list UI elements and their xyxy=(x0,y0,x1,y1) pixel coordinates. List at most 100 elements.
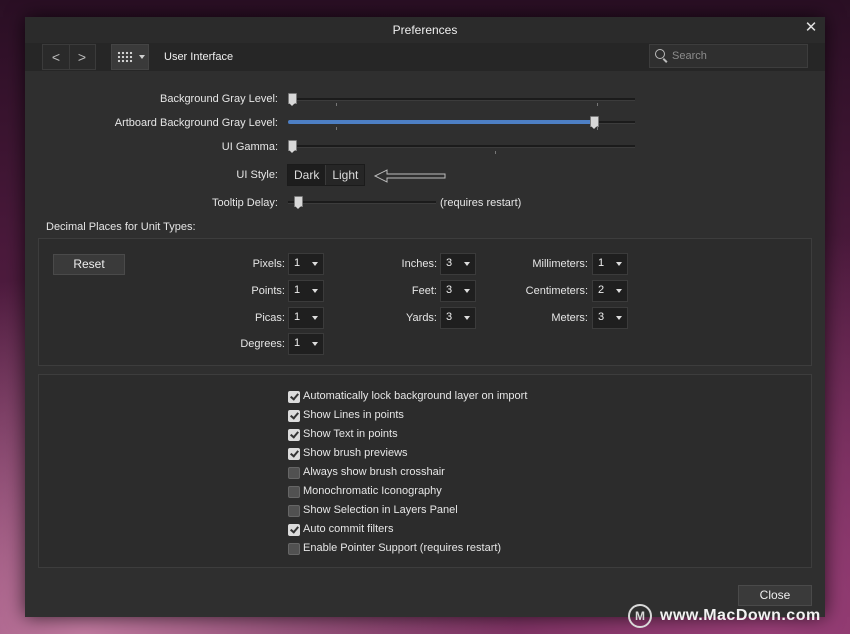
decimal-heading: Decimal Places for Unit Types: xyxy=(46,221,196,233)
checkbox[interactable] xyxy=(288,429,300,441)
tooltip-delay-label: Tooltip Delay: xyxy=(211,197,278,209)
bg-gray-slider[interactable] xyxy=(288,93,635,106)
checkbox[interactable] xyxy=(288,543,300,555)
title-bar: Preferences ✕ xyxy=(25,17,825,43)
chevron-down-icon xyxy=(616,289,622,293)
slider-thumb[interactable] xyxy=(590,116,599,129)
chevron-down-icon xyxy=(464,262,470,266)
inches-value: 3 xyxy=(446,257,453,269)
watermark: M www.MacDown.com xyxy=(628,604,842,628)
degrees-dropdown[interactable]: 1 xyxy=(288,333,324,355)
forward-icon[interactable]: > xyxy=(69,45,95,69)
checkbox[interactable] xyxy=(288,391,300,403)
tooltip-restart-note: (requires restart) xyxy=(440,197,522,209)
artboard-gray-slider[interactable] xyxy=(288,116,635,129)
slider-tick xyxy=(597,103,598,106)
checkbox[interactable] xyxy=(288,505,300,517)
yards-dropdown[interactable]: 3 xyxy=(440,307,476,329)
option-label: Show brush previews xyxy=(303,447,408,459)
window-title: Preferences xyxy=(392,23,458,37)
option-label: Auto commit filters xyxy=(303,523,394,535)
points-value: 1 xyxy=(294,284,301,296)
picas-label: Picas: xyxy=(255,312,285,324)
slider-thumb[interactable] xyxy=(294,196,303,209)
chevron-down-icon xyxy=(464,289,470,293)
chevron-down-icon xyxy=(464,316,470,320)
grid-icon xyxy=(117,51,133,63)
option-label: Enable Pointer Support (requires restart… xyxy=(303,542,502,554)
checkbox[interactable] xyxy=(288,410,300,422)
feet-dropdown[interactable]: 3 xyxy=(440,280,476,302)
millimeters-dropdown[interactable]: 1 xyxy=(592,253,628,275)
slider-thumb[interactable] xyxy=(288,140,297,153)
ui-gamma-label: UI Gamma: xyxy=(221,141,278,153)
centimeters-label: Centimeters: xyxy=(525,285,588,297)
yards-label: Yards: xyxy=(406,312,437,324)
inches-dropdown[interactable]: 3 xyxy=(440,253,476,275)
ui-style-label: UI Style: xyxy=(236,169,278,181)
artboard-gray-label: Artboard Background Gray Level: xyxy=(114,117,278,129)
chevron-down-icon xyxy=(616,262,622,266)
close-button[interactable]: Close xyxy=(738,585,812,606)
option-label: Show Text in points xyxy=(303,428,398,440)
millimeters-label: Millimeters: xyxy=(532,258,588,270)
picas-value: 1 xyxy=(294,311,301,323)
meters-dropdown[interactable]: 3 xyxy=(592,307,628,329)
style-light-option[interactable]: Light xyxy=(326,165,364,185)
chevron-down-icon xyxy=(312,262,318,266)
slider-tick xyxy=(336,127,337,130)
slider-tick xyxy=(495,151,496,154)
feet-value: 3 xyxy=(446,284,453,296)
close-window-icon[interactable]: ✕ xyxy=(803,20,819,36)
option-label: Show Lines in points xyxy=(303,409,404,421)
section-grid-button[interactable] xyxy=(111,44,149,70)
bg-gray-label: Background Gray Level: xyxy=(159,93,278,105)
search-box[interactable] xyxy=(649,44,808,68)
centimeters-value: 2 xyxy=(598,284,605,296)
slider-fill xyxy=(288,120,594,124)
toolbar: < > User Interface xyxy=(25,43,825,71)
degrees-value: 1 xyxy=(294,337,301,349)
search-icon xyxy=(655,49,665,59)
nav-buttons: < > xyxy=(42,44,96,70)
search-input[interactable] xyxy=(670,47,804,65)
checkbox[interactable] xyxy=(288,467,300,479)
checkbox[interactable] xyxy=(288,448,300,460)
preferences-window: Preferences ✕ < > User Interface Backgro… xyxy=(25,17,825,617)
pixels-value: 1 xyxy=(294,257,301,269)
chevron-down-icon xyxy=(139,55,145,59)
points-label: Points: xyxy=(251,285,285,297)
chevron-down-icon xyxy=(312,316,318,320)
arrow-left-icon xyxy=(373,169,446,183)
meters-value: 3 xyxy=(598,311,605,323)
ui-style-segmented: Dark Light xyxy=(287,164,366,186)
pixels-dropdown[interactable]: 1 xyxy=(288,253,324,275)
checkbox[interactable] xyxy=(288,524,300,536)
tooltip-delay-slider[interactable] xyxy=(288,196,436,209)
points-dropdown[interactable]: 1 xyxy=(288,280,324,302)
style-dark-option[interactable]: Dark xyxy=(288,165,327,185)
feet-label: Feet: xyxy=(411,285,437,297)
section-title: User Interface xyxy=(164,51,234,63)
back-icon[interactable]: < xyxy=(43,45,70,69)
slider-thumb[interactable] xyxy=(288,93,297,106)
watermark-logo-icon: M xyxy=(628,604,652,628)
meters-label: Meters: xyxy=(551,312,588,324)
yards-value: 3 xyxy=(446,311,453,323)
chevron-down-icon xyxy=(312,342,318,346)
slider-tick xyxy=(336,103,337,106)
degrees-label: Degrees: xyxy=(240,338,285,350)
millimeters-value: 1 xyxy=(598,257,605,269)
slider-tick xyxy=(597,127,598,130)
chevron-down-icon xyxy=(312,289,318,293)
option-label: Automatically lock background layer on i… xyxy=(303,390,528,402)
checkbox[interactable] xyxy=(288,486,300,498)
picas-dropdown[interactable]: 1 xyxy=(288,307,324,329)
ui-gamma-slider[interactable] xyxy=(288,140,635,153)
centimeters-dropdown[interactable]: 2 xyxy=(592,280,628,302)
watermark-text: www.MacDown.com xyxy=(660,607,821,624)
inches-label: Inches: xyxy=(401,258,437,270)
option-label: Show Selection in Layers Panel xyxy=(303,504,458,516)
chevron-down-icon xyxy=(616,316,622,320)
reset-button[interactable]: Reset xyxy=(53,254,125,275)
